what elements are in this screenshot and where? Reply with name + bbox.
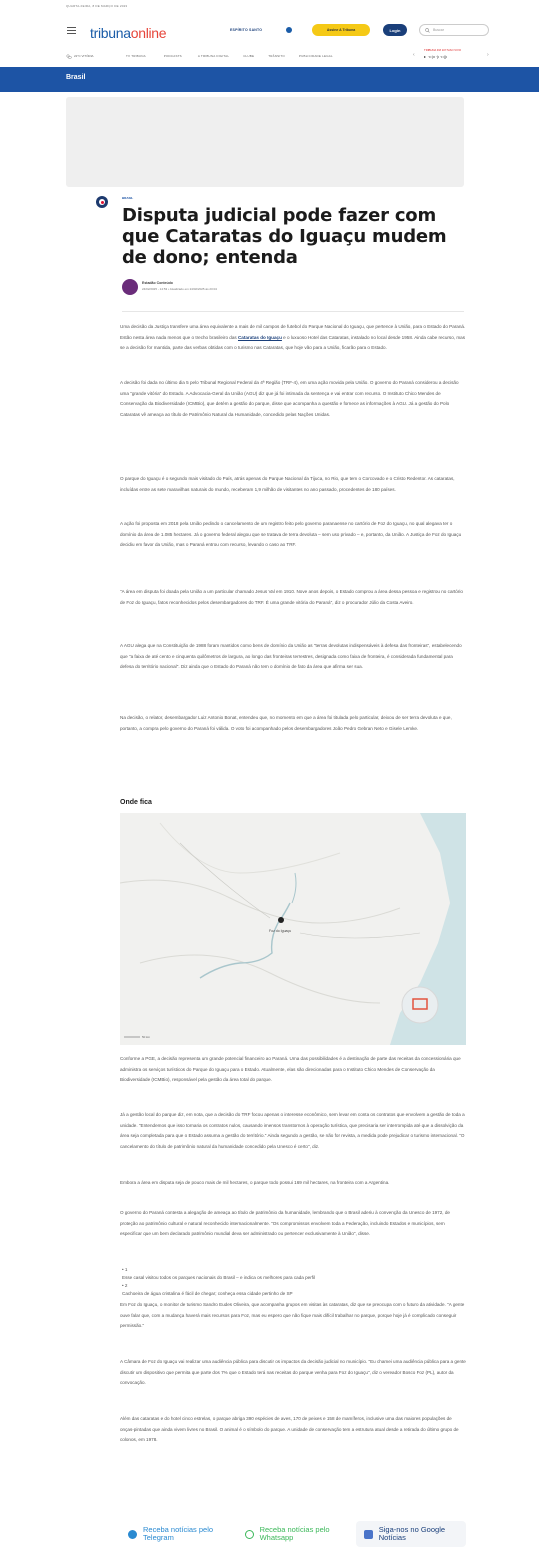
- nav-item-a-tribuna-digital[interactable]: A TRIBUNA DIGITAL: [198, 54, 229, 58]
- list-item[interactable]: • 1 Esse casal visitou todos os parques n…: [122, 1266, 462, 1282]
- author-avatar: [122, 279, 138, 295]
- article-dateline: 24/02/2025 - 14:53 • Atualizado em 24/02…: [142, 287, 217, 291]
- related-link[interactable]: Cachoeira de água cristalina é fácil de …: [122, 1291, 293, 1296]
- paragraph: Embora a área em disputa seja de pouco m…: [120, 1180, 390, 1185]
- paragraph: O governo do Paraná contesta a alegação …: [120, 1210, 450, 1236]
- google-news-button[interactable]: Siga-nos no Google Notícias: [355, 1521, 467, 1547]
- espirito-santo-label[interactable]: ESPÍRITO SANTO: [230, 28, 262, 32]
- nav-next-chevron-icon[interactable]: ›: [487, 52, 489, 58]
- related-number: 1: [124, 1267, 128, 1272]
- article-title: Disputa judicial pode fazer com que Cata…: [122, 205, 447, 268]
- paragraph: Na decisão, o relator, desembargador Lui…: [120, 715, 452, 731]
- sun-cloud-icon: [66, 54, 72, 58]
- divider: [122, 311, 464, 312]
- related-links: • 1 Esse casal visitou todos os parques n…: [122, 1266, 462, 1298]
- paragraph: A decisão foi dada no último dia 5 pelo …: [120, 380, 459, 417]
- paragraph: Conforme a PGE, a decisão representa um …: [120, 1056, 461, 1082]
- paragraph: A Câmara de Foz do Iguaçu vai realizar u…: [120, 1359, 466, 1385]
- paragraph: Já a gestão local do parque diz, em nota…: [120, 1112, 465, 1149]
- section-subhead: Onde fica: [120, 799, 152, 806]
- paragraph: Além das cataratas e do hotel cinco estr…: [120, 1416, 459, 1442]
- whatsapp-icon: [244, 1529, 254, 1539]
- telegram-label: Receba notícias pelo Telegram: [143, 1525, 214, 1542]
- nav-item-publicidade-legal[interactable]: PUBLICIDADE LEGAL: [299, 54, 333, 58]
- search-placeholder: Buscar: [433, 28, 444, 32]
- telegram-button[interactable]: Receba notícias pelo Telegram: [120, 1521, 237, 1547]
- logo-accent: online: [130, 25, 167, 41]
- audio-wave-icon[interactable]: ▸ ·ıı|ıı·|ı·ıı||ı: [424, 54, 448, 59]
- paragraph: A AGU alega que na Constituição de 1988 …: [120, 643, 462, 669]
- telegram-icon: [128, 1529, 137, 1539]
- map-scale-label: 50 km: [142, 1035, 151, 1039]
- hamburger-menu-icon[interactable]: [67, 27, 76, 34]
- section-bar: Brasil: [0, 67, 539, 92]
- section-title[interactable]: Brasil: [66, 74, 85, 81]
- top-date: QUARTA-FEIRA, 8 DE MARÇO DE 2023: [66, 4, 128, 8]
- live-radio-label[interactable]: TRIBUNA FM 107.5/AO VIVO: [424, 48, 461, 52]
- paragraph: Em Foz do Iguaçu, o monitor de turismo S…: [120, 1302, 465, 1328]
- nav-prev-chevron-icon[interactable]: ‹: [413, 52, 415, 58]
- logo-main: tribuna: [90, 25, 131, 41]
- nav-item-clube[interactable]: CLUBE: [243, 54, 254, 58]
- follow-footer: Receba notícias pelo Telegram Receba not…: [120, 1518, 467, 1550]
- weather-text: 22°C VITÓRIA: [74, 54, 94, 58]
- paragraph: "A área em disputa foi doada pela União …: [120, 589, 463, 605]
- map-city-label: Foz do Iguaçu: [269, 929, 291, 933]
- related-link[interactable]: Esse casal visitou todos os parques naci…: [122, 1275, 315, 1280]
- google-news-icon: [363, 1529, 373, 1539]
- article-kicker[interactable]: BRASIL: [122, 196, 133, 200]
- search-input[interactable]: Buscar: [419, 24, 489, 36]
- location-map[interactable]: Foz do Iguaçu 50 km: [120, 813, 466, 1045]
- weather-widget: 22°C VITÓRIA: [66, 54, 126, 59]
- ad-placeholder: [66, 97, 464, 187]
- whatsapp-label: Receba notícias pelo Whatsapp: [259, 1525, 330, 1542]
- nav-item-tv-tribuna[interactable]: TV TRIBUNA: [126, 54, 146, 58]
- list-item[interactable]: • 2 Cachoeira de água cristalina é fácil …: [122, 1282, 462, 1298]
- related-number: 2: [124, 1283, 128, 1288]
- location-toggle-icon[interactable]: [286, 27, 292, 33]
- author-name[interactable]: Estadão Conteúdo: [142, 281, 173, 285]
- nav-item-podcasts[interactable]: PODCASTS: [164, 54, 182, 58]
- paragraph: Uma decisão da Justiça transfere uma áre…: [120, 322, 466, 354]
- search-icon: [425, 27, 430, 33]
- cataratas-link[interactable]: Cataratas do Iguaçu: [238, 335, 282, 340]
- paragraph: O parque do Iguaçu é o segundo mais visi…: [120, 476, 455, 492]
- login-button[interactable]: Login: [383, 24, 407, 36]
- audio-play-icon[interactable]: [96, 196, 108, 208]
- map-graphic: Foz do Iguaçu 50 km: [120, 813, 466, 1045]
- nav-item-transito[interactable]: TRÂNSITO: [268, 54, 285, 58]
- whatsapp-button[interactable]: Receba notícias pelo Whatsapp: [237, 1521, 356, 1547]
- google-news-label: Siga-nos no Google Notícias: [378, 1525, 446, 1542]
- subscribe-button[interactable]: Assine A Tribuna: [312, 24, 370, 36]
- paragraph: A ação foi proposta em 2018 pela União p…: [120, 521, 462, 547]
- site-logo[interactable]: tribunaonline: [90, 25, 167, 41]
